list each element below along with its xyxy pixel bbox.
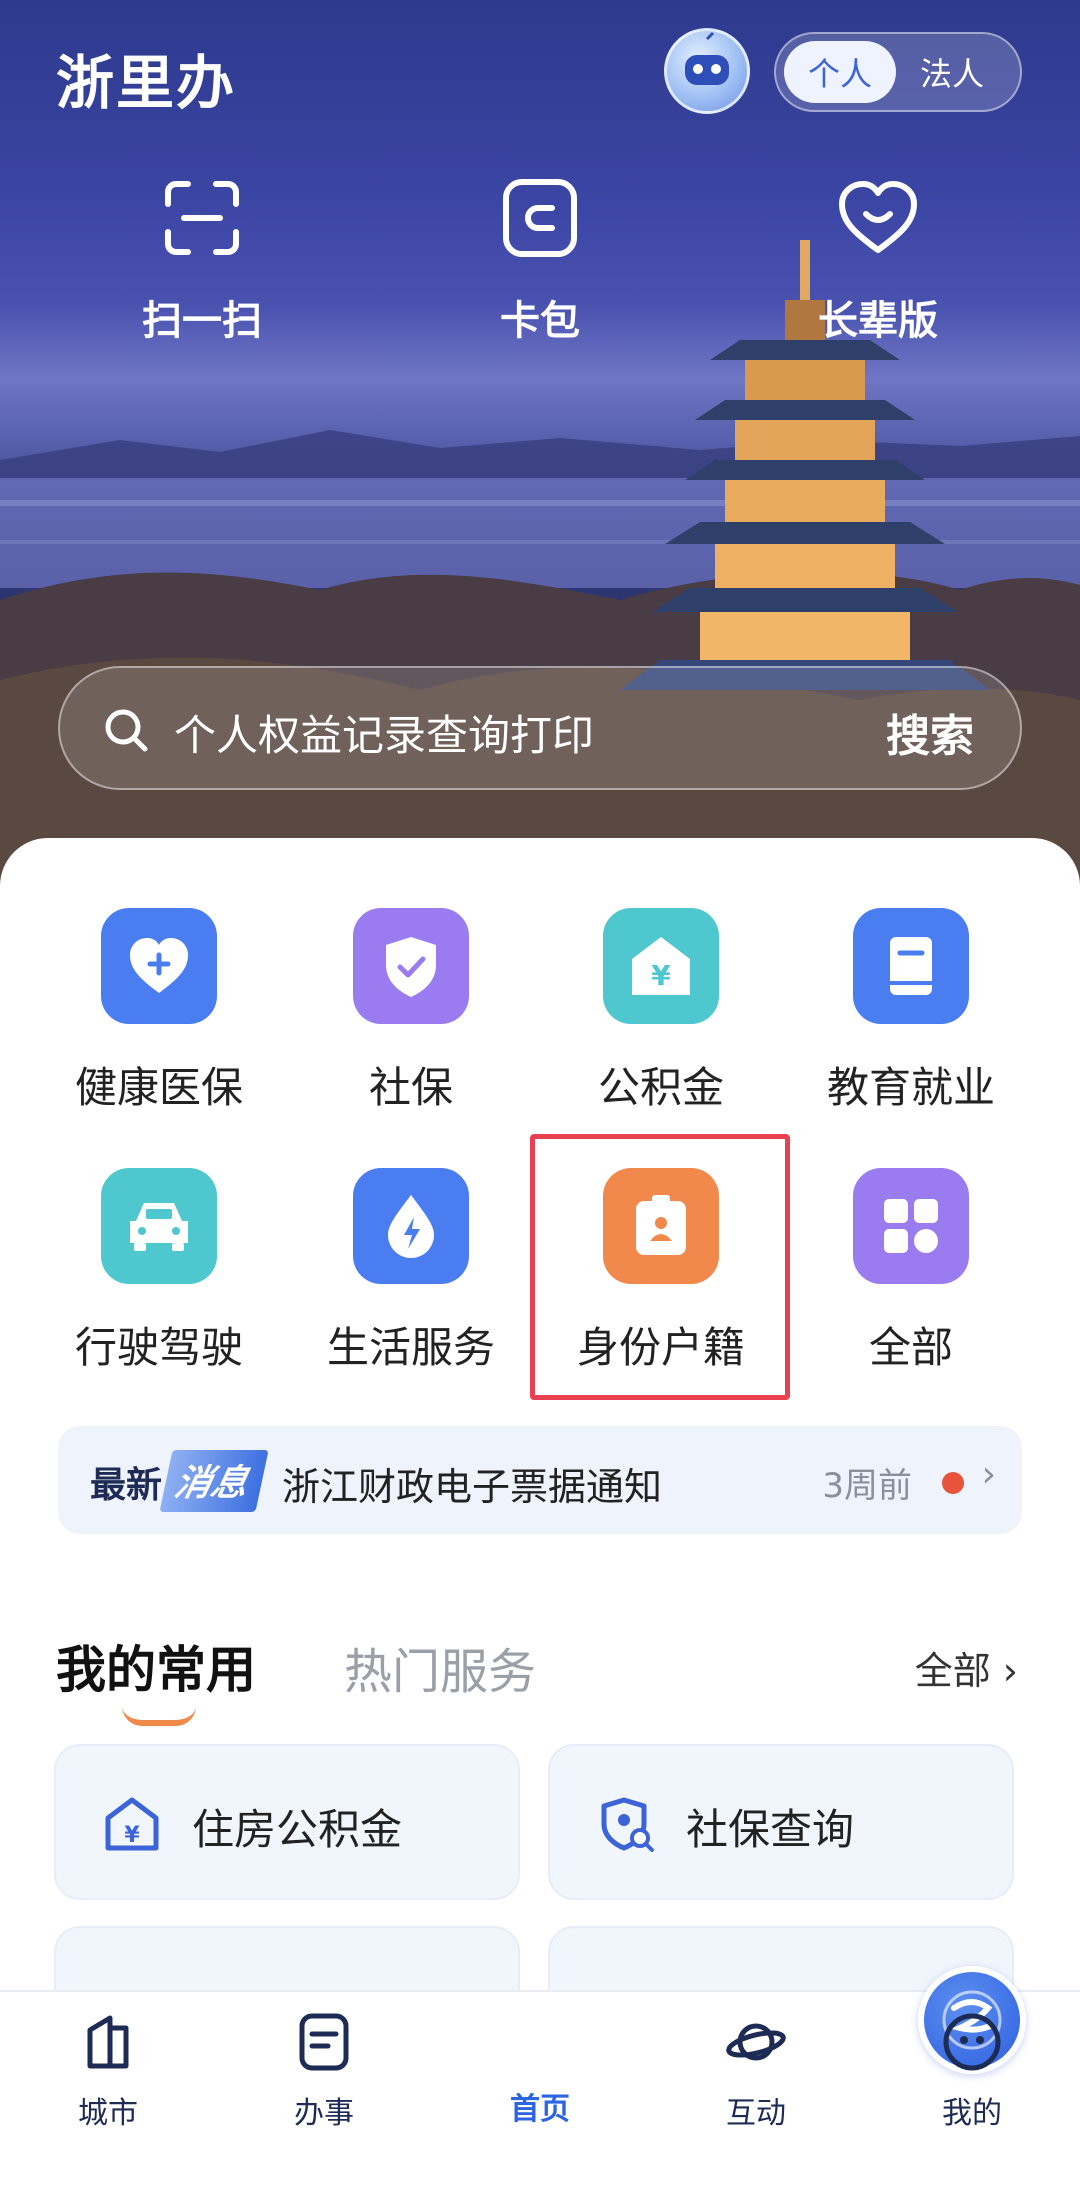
nav-services[interactable]: 办事 [216,1992,432,2132]
news-text[interactable]: 浙江财政电子票据通知 [282,1456,662,1511]
service-tile [353,1168,469,1284]
assistant-robot-icon[interactable] [664,28,750,114]
service-label: 生活服务 [326,1323,495,1372]
search-bar[interactable]: 个人权益记录查询打印 搜索 [58,666,1022,790]
service-label: 公积金 [597,1063,724,1112]
hero-banner: 浙里办 个人 法人 扫一扫 卡包 长辈版 个人权益记录查询打印 搜索 [0,0,1080,900]
service-label: 教育就业 [826,1063,995,1112]
personal-business-toggle[interactable]: 个人 法人 [774,32,1022,112]
favorite-item[interactable]: 社保查询 [548,1744,1014,1900]
chevron-right-icon: › [981,1454,996,1495]
svg-text:¥: ¥ [124,1823,140,1848]
service-life[interactable]: 生活服务 [286,1168,536,1375]
tab-underline [122,1706,196,1726]
card-wallet-icon [503,179,577,257]
shield-check-icon [386,937,436,997]
nav-interact[interactable]: 互动 [648,1992,864,2132]
toggle-personal[interactable]: 个人 [784,41,896,103]
service-health-insurance[interactable]: 健康医保 [34,908,284,1115]
quick-action-scan[interactable]: 扫一扫 [82,176,322,346]
svg-text:¥: ¥ [651,959,671,992]
heart-icon [839,181,917,253]
news-time: 3周前 [822,1466,912,1506]
car-icon [130,1203,188,1251]
housing-fund-icon: ¥ [105,1797,159,1851]
service-label: 行驶驾驶 [74,1323,243,1372]
document-icon [299,2013,349,2071]
favorite-item[interactable]: ¥ 住房公积金 [54,1744,520,1900]
search-placeholder[interactable]: 个人权益记录查询打印 [174,702,594,763]
app-logo: 浙里办 [56,49,237,117]
bottom-navigation: 城市 办事 首页 互动 我的 [0,1966,1080,2212]
robot-face [685,31,729,85]
service-tile: ¥ [603,908,719,1024]
service-tile [853,908,969,1024]
service-tile [603,1168,719,1284]
service-social-security[interactable]: 社保 [286,908,536,1115]
nav-label: 城市 [78,2096,138,2131]
book-icon [890,937,932,995]
service-driving[interactable]: 行驶驾驶 [34,1168,284,1375]
nav-label: 互动 [726,2096,786,2131]
nav-city[interactable]: 城市 [0,1992,216,2132]
favorite-label: 住房公积金 [192,1805,403,1854]
toggle-business[interactable]: 法人 [896,41,1008,103]
service-label: 身份户籍 [576,1323,745,1372]
housing-fund-icon: ¥ [632,937,690,995]
utility-bolt-icon [388,1195,434,1258]
quick-action-label: 扫一扫 [142,298,262,344]
nav-home[interactable]: 首页 [432,1966,1026,2128]
nav-label: 首页 [510,2092,570,2127]
see-all-link[interactable]: 全部 › [915,1640,1018,1695]
id-card-icon [636,1195,686,1255]
tab-my-frequent[interactable]: 我的常用 [56,1630,256,1702]
news-banner[interactable]: 最新 消息 浙江财政电子票据通知 3周前 › [58,1426,1022,1534]
service-education-employment[interactable]: 教育就业 [786,908,1036,1115]
nav-mine[interactable]: 我的 [864,1992,1080,2132]
service-all[interactable]: 全部 [786,1168,1036,1375]
nav-label: 我的 [942,2096,1002,2131]
quick-action-label: 卡包 [500,298,580,344]
search-icon [105,709,148,752]
quick-action-elder-mode[interactable]: 长辈版 [758,176,998,346]
favorite-label: 社保查询 [686,1805,855,1854]
service-label: 健康医保 [74,1063,243,1112]
unread-dot [942,1472,964,1494]
service-label: 社保 [368,1063,453,1112]
shield-search-icon [601,1797,654,1852]
service-identity-household[interactable]: 身份户籍 [536,1168,786,1375]
tab-hot-services[interactable]: 热门服务 [344,1632,536,1702]
quick-action-label: 长辈版 [818,298,938,344]
service-label: 全部 [868,1323,953,1372]
service-housing-fund[interactable]: ¥ 公积金 [536,908,786,1115]
news-tag-message: 消息 [159,1450,269,1512]
health-insurance-icon [130,938,188,993]
nav-label: 办事 [294,2096,354,2131]
news-tag-latest: 最新 [90,1465,163,1506]
face-icon [943,2013,1001,2071]
service-tile [101,908,217,1024]
city-icon [87,2015,129,2069]
service-tile [101,1168,217,1284]
search-button[interactable]: 搜索 [886,700,974,764]
planet-icon [726,2023,786,2061]
scan-icon [165,181,239,255]
service-tile [853,1168,969,1284]
grid-icon [884,1199,938,1253]
service-tile [353,908,469,1024]
quick-action-card-wallet[interactable]: 卡包 [420,176,660,346]
